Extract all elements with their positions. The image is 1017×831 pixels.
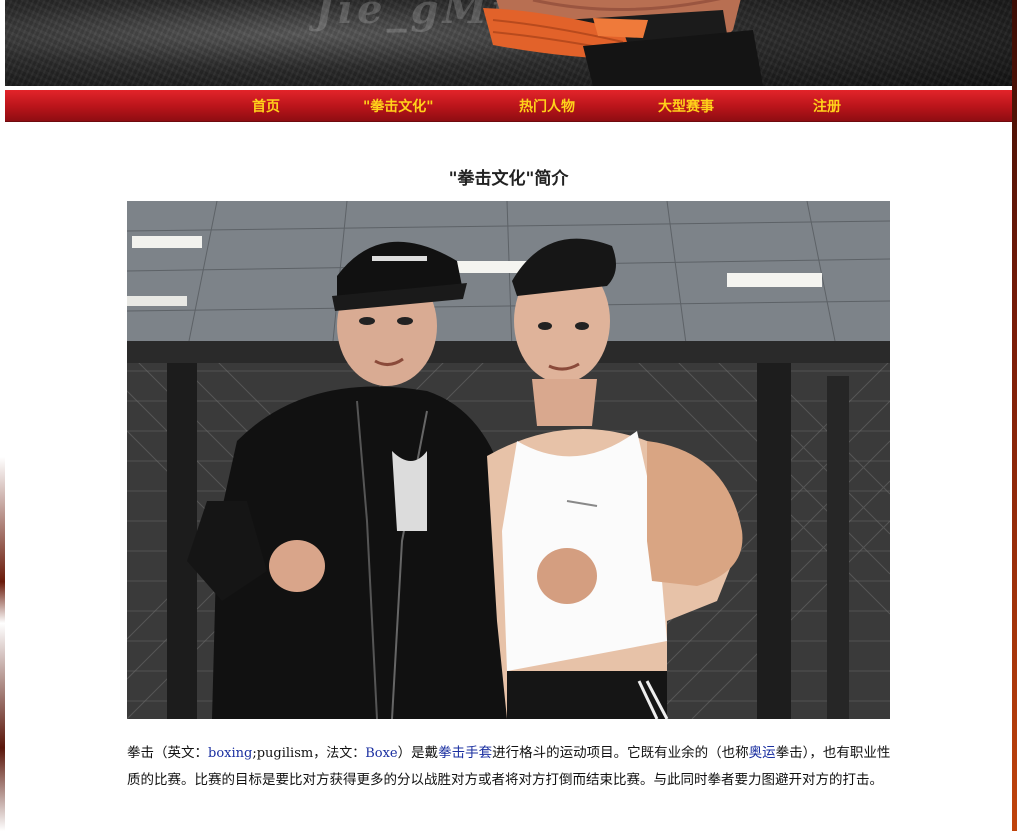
link-boxe[interactable]: Boxe: [365, 746, 397, 761]
banner-fighter-image: [483, 0, 763, 86]
nav-item-home[interactable]: 首页: [252, 96, 280, 116]
link-boxing-gloves[interactable]: 拳击手套: [438, 745, 492, 761]
nav-item-boxing-culture[interactable]: "拳击文化": [363, 96, 434, 116]
page-edge-left: [0, 0, 5, 831]
nav-item-register[interactable]: 注册: [813, 96, 841, 116]
intro-text: ;pugilism，法文：: [252, 746, 366, 761]
page-title: "拳击文化"简介: [448, 169, 569, 189]
link-boxing[interactable]: boxing: [208, 746, 252, 761]
boxers-photo: [127, 201, 890, 719]
intro-text: ）是戴: [397, 745, 439, 761]
intro-text: 拳击（英文：: [127, 745, 208, 761]
intro-paragraph: 拳击（英文：boxing;pugilism，法文：Boxe）是戴拳击手套进行格斗…: [127, 740, 892, 793]
main-nav: 首页 "拳击文化" 热门人物 大型赛事 注册: [5, 90, 1012, 122]
nav-item-popular-people[interactable]: 热门人物: [519, 96, 575, 116]
link-olympic[interactable]: 奥运: [749, 745, 776, 761]
boxers-photo-illustration: [127, 201, 890, 719]
nav-item-major-events[interactable]: 大型赛事: [658, 96, 714, 116]
header-banner: Jie_gMrcine: [5, 0, 1012, 86]
page-edge-right: [1012, 0, 1017, 831]
intro-text: 进行格斗的运动项目。它既有业余的（也称: [492, 745, 749, 761]
